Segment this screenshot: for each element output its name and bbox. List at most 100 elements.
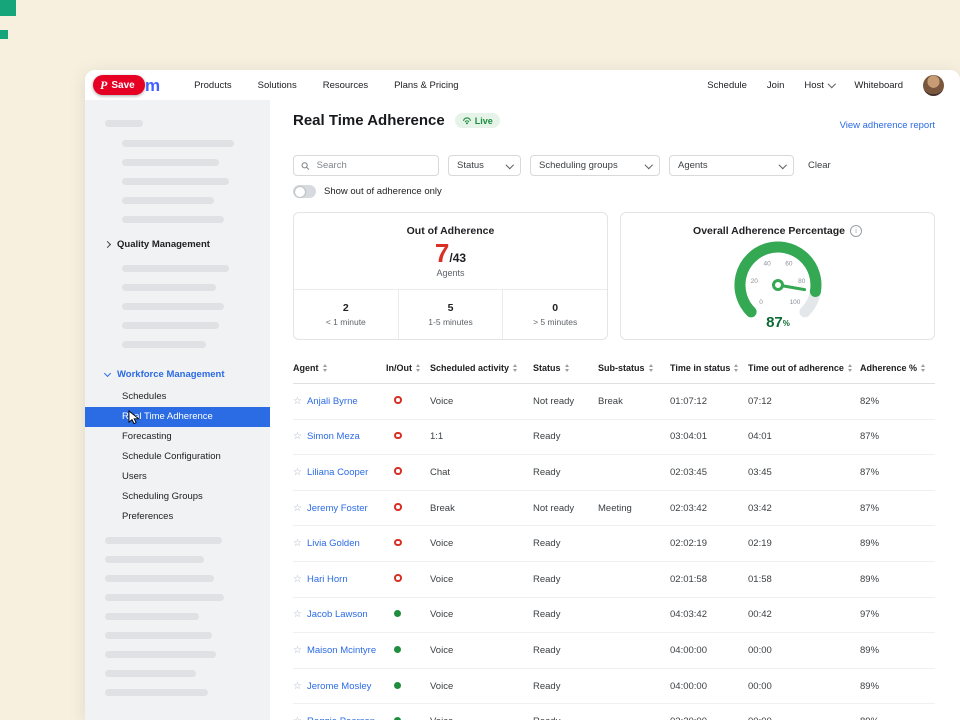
chevron-down-icon <box>104 370 111 377</box>
sidebar-section-workforce-management[interactable]: Workforce Management <box>105 369 225 380</box>
column-header-status[interactable]: Status <box>533 363 598 373</box>
star-icon[interactable]: ☆ <box>293 716 302 720</box>
sidebar-item-real-time-adherence[interactable]: Real Time Adherence <box>85 407 270 427</box>
sidebar-section-quality-management[interactable]: Quality Management <box>105 239 210 250</box>
live-signal-icon <box>462 116 472 125</box>
agent-link[interactable]: Livia Golden <box>307 538 360 549</box>
search-input[interactable] <box>315 159 431 172</box>
mouse-cursor <box>128 410 142 426</box>
agent-link[interactable]: Jerome Mosley <box>307 681 371 692</box>
table-row: ☆Hari HornVoiceReady02:01:5801:5889% <box>293 562 935 598</box>
star-icon[interactable]: ☆ <box>293 681 302 692</box>
wm-item-list: SchedulesReal Time AdherenceForecastingS… <box>85 387 270 527</box>
column-label: Agent <box>293 363 319 373</box>
in-adherence-dot <box>394 682 401 689</box>
sort-icon[interactable] <box>513 364 517 372</box>
bucket-row: 2 < 1 minute 5 1-5 minutes 0 > 5 minutes <box>294 289 607 339</box>
star-icon[interactable]: ☆ <box>293 467 302 478</box>
scheduling-groups-filter-dropdown[interactable]: Scheduling groups <box>530 155 660 176</box>
sort-icon[interactable] <box>323 364 327 372</box>
skeleton-bar <box>105 651 216 658</box>
sort-icon[interactable] <box>416 364 420 372</box>
adherence-cell: 89% <box>860 538 935 549</box>
time-out-of-adherence-cell: 02:19 <box>748 538 860 549</box>
sort-icon[interactable] <box>565 364 569 372</box>
column-header-time-out-of-adherence[interactable]: Time out of adherence <box>748 363 860 373</box>
page-background: Save m Products Solutions Resources Plan… <box>0 0 960 720</box>
in-out-cell <box>386 503 430 514</box>
table-row: ☆Reggie PearsonVoiceReady03:30:0000:0089… <box>293 704 935 720</box>
agent-link[interactable]: Maison Mcintyre <box>307 645 376 656</box>
view-adherence-report-link[interactable]: View adherence report <box>840 120 935 131</box>
time-in-status-cell: 02:03:45 <box>670 467 748 478</box>
nav-item-schedule[interactable]: Schedule <box>707 80 747 91</box>
search-box[interactable] <box>293 155 439 176</box>
table-row: ☆Maison McintyreVoiceReady04:00:0000:008… <box>293 633 935 669</box>
agent-link[interactable]: Reggie Pearson <box>307 716 375 720</box>
time-out-of-adherence-cell: 04:01 <box>748 431 860 442</box>
sort-icon[interactable] <box>921 364 925 372</box>
star-icon[interactable]: ☆ <box>293 396 302 407</box>
star-icon[interactable]: ☆ <box>293 503 302 514</box>
agent-link[interactable]: Jeremy Foster <box>307 503 368 514</box>
pinterest-icon <box>100 78 107 93</box>
page-title: Real Time Adherence <box>293 112 445 129</box>
svg-text:87%: 87% <box>766 314 790 331</box>
nav-item-plans-pricing[interactable]: Plans & Pricing <box>394 80 458 91</box>
pinterest-save-button[interactable]: Save <box>93 75 145 95</box>
column-header-agent[interactable]: Agent <box>293 363 386 373</box>
agent-cell: ☆ Hari Horn <box>293 574 386 585</box>
time-in-status-cell: 01:07:12 <box>670 396 748 407</box>
nav-item-solutions[interactable]: Solutions <box>258 80 297 91</box>
agent-link[interactable]: Anjali Byrne <box>307 396 358 407</box>
agent-link[interactable]: Simon Meza <box>307 431 360 442</box>
sidebar-item-schedule-configuration[interactable]: Schedule Configuration <box>85 447 270 467</box>
star-icon[interactable]: ☆ <box>293 431 302 442</box>
nav-item-join[interactable]: Join <box>767 80 784 91</box>
status-cell: Not ready <box>533 503 598 514</box>
sidebar-item-schedules[interactable]: Schedules <box>85 387 270 407</box>
column-header-scheduled-activity[interactable]: Scheduled activity <box>430 363 533 373</box>
sort-icon[interactable] <box>848 364 852 372</box>
gauge-tick-label: 60 <box>785 261 793 268</box>
star-icon[interactable]: ☆ <box>293 645 302 656</box>
skeleton-bar <box>105 594 224 601</box>
app-logo[interactable]: m <box>145 77 160 94</box>
scheduled-activity-cell: Voice <box>430 396 533 407</box>
column-header-in-out[interactable]: In/Out <box>386 363 430 373</box>
agents-filter-dropdown[interactable]: Agents <box>669 155 794 176</box>
agent-link[interactable]: Jacob Lawson <box>307 609 368 620</box>
star-icon[interactable]: ☆ <box>293 538 302 549</box>
adherence-cell: 89% <box>860 645 935 656</box>
star-icon[interactable]: ☆ <box>293 609 302 620</box>
clear-filters-button[interactable]: Clear <box>808 160 831 171</box>
sidebar-item-forecasting[interactable]: Forecasting <box>85 427 270 447</box>
agent-cell: ☆ Jeremy Foster <box>293 503 386 514</box>
column-header-time-in-status[interactable]: Time in status <box>670 363 748 373</box>
nav-item-host[interactable]: Host <box>804 80 834 91</box>
column-header-adherence-[interactable]: Adherence % <box>860 363 935 373</box>
bucket-under-1-minute: 2 < 1 minute <box>294 290 398 339</box>
table-row: ☆Jerome MosleyVoiceReady04:00:0000:0089% <box>293 669 935 705</box>
agents-table: Agent In/OutScheduled activityStatusSub-s… <box>293 353 935 720</box>
skeleton-bar <box>105 556 204 563</box>
status-cell: Ready <box>533 645 598 656</box>
status-filter-dropdown[interactable]: Status <box>448 155 521 176</box>
sort-icon[interactable] <box>734 364 738 372</box>
filter-bar: Status Scheduling groups Agents Clear <box>293 155 831 176</box>
sidebar-item-users[interactable]: Users <box>85 467 270 487</box>
nav-item-products[interactable]: Products <box>194 80 232 91</box>
agent-link[interactable]: Liliana Cooper <box>307 467 368 478</box>
agent-link[interactable]: Hari Horn <box>307 574 348 585</box>
star-icon[interactable]: ☆ <box>293 574 302 585</box>
adherence-cell: 89% <box>860 716 935 720</box>
out-of-adherence-toggle[interactable] <box>293 185 316 198</box>
nav-item-resources[interactable]: Resources <box>323 80 368 91</box>
table-row: ☆Livia GoldenVoiceReady02:02:1902:1989% <box>293 526 935 562</box>
column-header-sub-status[interactable]: Sub-status <box>598 363 670 373</box>
sidebar-item-scheduling-groups[interactable]: Scheduling Groups <box>85 487 270 507</box>
sidebar-item-preferences[interactable]: Preferences <box>85 507 270 527</box>
user-avatar[interactable] <box>923 75 944 96</box>
sort-icon[interactable] <box>649 364 653 372</box>
nav-item-whiteboard[interactable]: Whiteboard <box>854 80 903 91</box>
